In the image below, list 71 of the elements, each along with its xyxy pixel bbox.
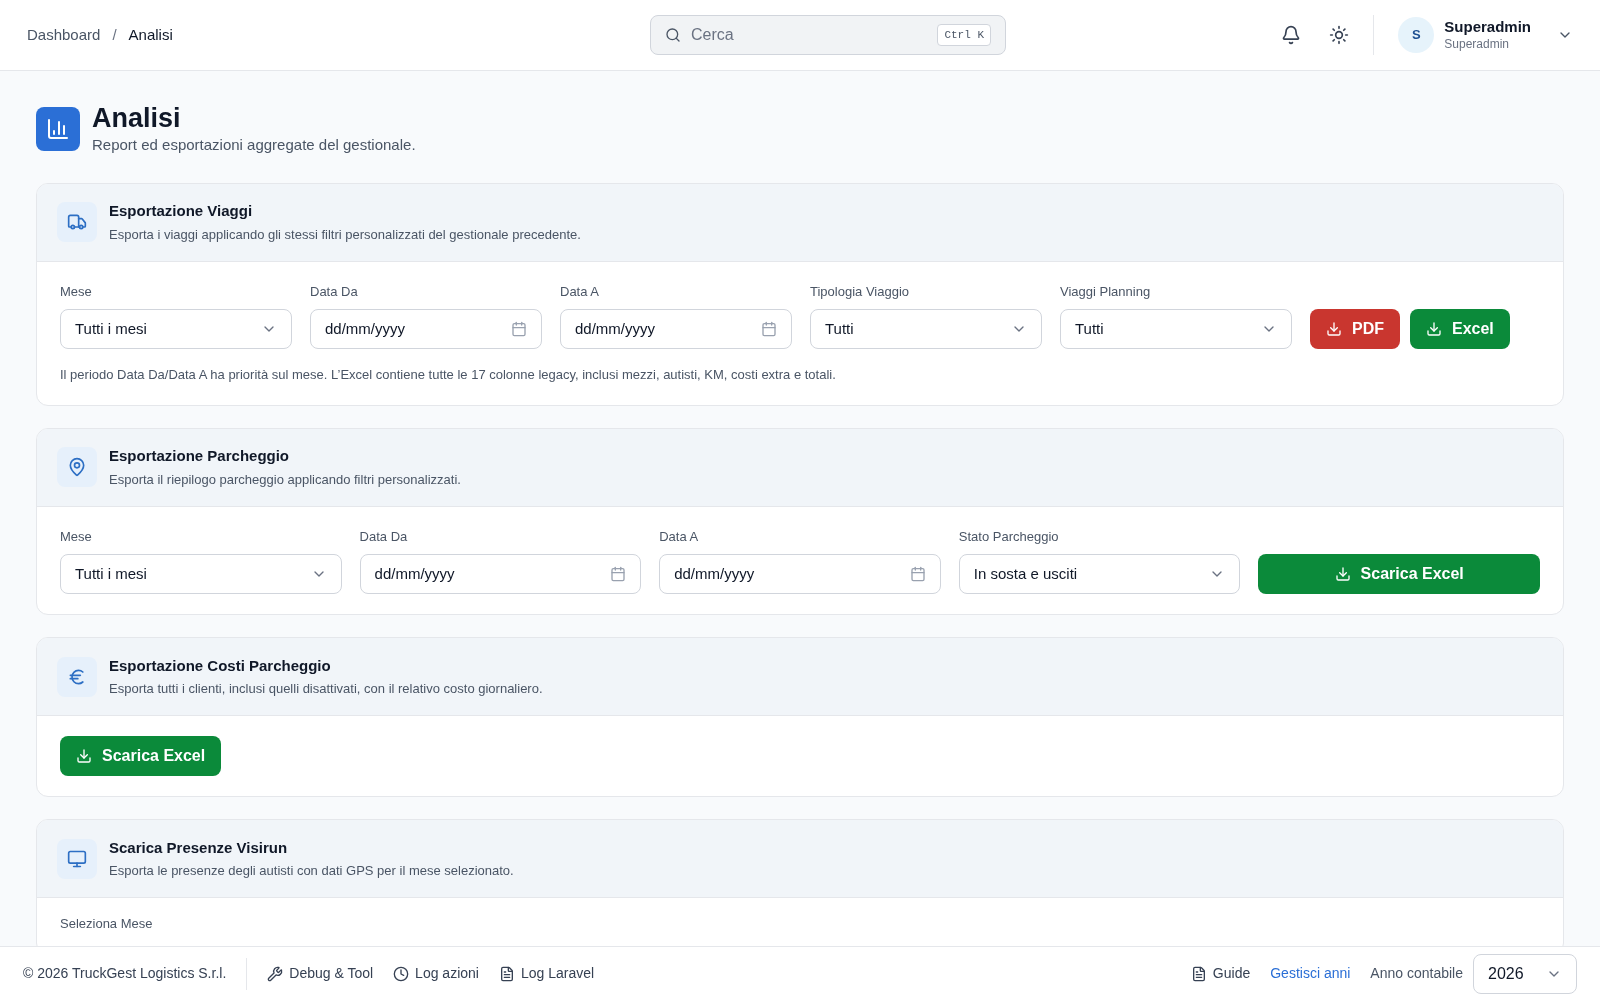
field-label: Data Da [310, 282, 359, 301]
user-menu[interactable]: S Superadmin Superadmin [1398, 17, 1573, 53]
guide-link[interactable]: Guide [1190, 963, 1251, 984]
select-field[interactable]: Tutti i mesi [60, 309, 292, 349]
calendar-icon [761, 321, 777, 337]
date-field[interactable]: dd/mm/yyyy [310, 309, 542, 349]
download-icon [1426, 321, 1442, 337]
breadcrumb-item[interactable]: Dashboard [27, 23, 101, 47]
search-field[interactable]: Cerca Ctrl K [650, 15, 1006, 55]
section-title: Esportazione Viaggi [109, 201, 254, 221]
field-label: Data Da [359, 527, 409, 546]
shortcut-hint: Ctrl K [937, 23, 991, 47]
manage-years-link[interactable]: Gestisci anni [1270, 963, 1351, 984]
field-label: Tipologia Viaggio [810, 282, 911, 301]
download-button[interactable]: Scarica Excel [60, 736, 222, 776]
date-field[interactable]: dd/mm/yyyy [560, 309, 792, 349]
select-field[interactable]: Tutti i mesi [60, 554, 342, 594]
field-label: Data A [560, 282, 601, 301]
section-description: Esporta il riepilogo parcheggio applicando filtri personalizzati. [109, 470, 461, 489]
user-name: Superadmin [1444, 18, 1531, 37]
user-avatar: S [1398, 17, 1435, 53]
download-icon [76, 748, 92, 764]
truck-icon [67, 212, 87, 232]
calendar-icon [511, 321, 527, 337]
search-placeholder: Cerca [691, 25, 735, 45]
section-description: Esporta tutti i clienti, inclusi quelli disattivati, con il relativo costo giornaliero. [109, 680, 543, 698]
select-field[interactable]: Tutti [1060, 309, 1292, 349]
section-title: Scarica Presenze Visirun [109, 837, 289, 858]
map-pin-icon [67, 457, 87, 477]
page-subtitle: Report ed esportazioni aggregate del gestionale. [92, 135, 416, 155]
breadcrumb-separator: / [112, 24, 117, 45]
clock-icon [393, 965, 410, 982]
section-title: Esportazione Parcheggio [109, 446, 291, 466]
monitor-icon [67, 848, 87, 869]
file-icon [1190, 965, 1207, 982]
section-description: Esporta i viaggi applicando gli stessi filtri personalizzati del gestionale precedente. [109, 225, 581, 244]
copyright-text: © 2026 TruckGest Logistics S.r.l. [23, 964, 227, 983]
tools-icon [267, 965, 284, 982]
select-field[interactable]: Tutti [810, 309, 1042, 349]
field-label: Stato Parcheggio [958, 527, 1060, 546]
field-label: Mese [60, 527, 93, 546]
section-description: Esporta le presenze degli autisti con dati GPS per il mese selezionato. [109, 862, 514, 880]
calendar-icon [610, 566, 627, 582]
notification-bell-icon[interactable] [1281, 25, 1302, 45]
footer-link[interactable]: Log azioni [393, 963, 479, 984]
footer-link[interactable]: Debug & Tool [267, 963, 374, 984]
download-icon [1334, 566, 1351, 582]
theme-toggle-icon[interactable] [1329, 25, 1350, 45]
file-icon [498, 965, 515, 982]
year-select[interactable]: 2026 [1473, 953, 1577, 994]
download-icon [1326, 321, 1342, 337]
section-title: Esportazione Costi Parcheggio [109, 655, 332, 676]
note-text: Il periodo Data Da/Data A ha priorità sul mese. L’Excel contiene tutte le 17 colonne legacy, inclusi mezzi, autisti, KM, costi extra e totali. [60, 366, 837, 384]
download-button[interactable]: PDF [1310, 309, 1400, 349]
bar-chart-icon [46, 117, 70, 142]
field-label: Viaggi Planning [1060, 282, 1152, 301]
download-button[interactable]: Excel [1410, 309, 1510, 349]
date-field[interactable]: dd/mm/yyyy [359, 554, 642, 594]
field-label: Mese [60, 282, 93, 301]
page-title: Analisi [92, 102, 182, 134]
download-button[interactable]: Scarica Excel [1258, 554, 1540, 594]
select-field[interactable]: In sosta e usciti [958, 554, 1241, 594]
year-label: Anno contabile [1370, 964, 1463, 983]
search-icon [665, 27, 681, 43]
breadcrumb-item: Analisi [128, 24, 173, 45]
date-field[interactable]: dd/mm/yyyy [659, 554, 941, 594]
calendar-icon [909, 566, 926, 582]
field-label: Data A [659, 527, 700, 546]
user-role: Superadmin [1444, 36, 1511, 52]
footer-link[interactable]: Log Laravel [498, 963, 595, 984]
field-label: Seleziona Mese [60, 915, 154, 933]
